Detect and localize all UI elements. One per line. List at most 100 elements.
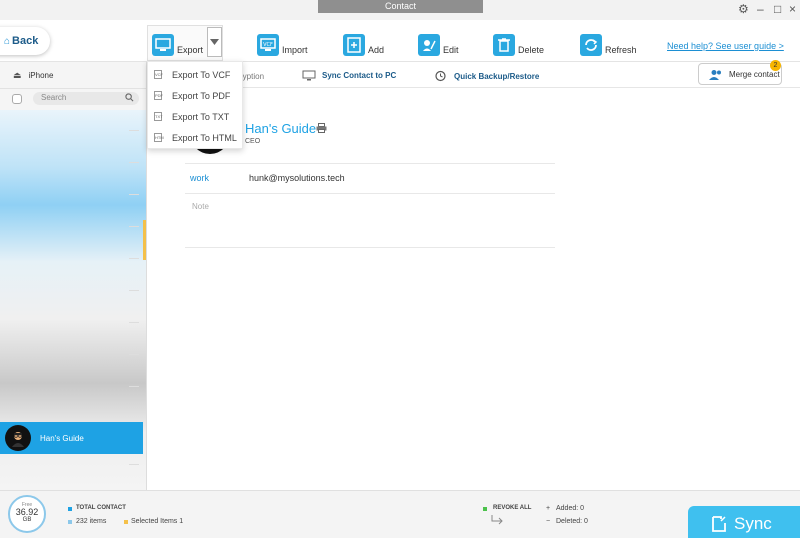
scroll-indicator [143, 220, 146, 260]
import-button[interactable]: VCF Import [257, 30, 308, 56]
menu-item-export-vcf[interactable]: VCF Export To VCF [148, 64, 244, 85]
search-icon [125, 93, 134, 102]
html-file-icon: HTM [154, 133, 164, 142]
search-placeholder: Search [41, 93, 67, 102]
close-icon[interactable]: × [789, 2, 796, 16]
storage-unit: GB [22, 517, 32, 523]
list-divider [129, 258, 139, 259]
edit-icon [418, 34, 440, 56]
list-divider [129, 322, 139, 323]
people-icon [709, 69, 721, 80]
divider [185, 193, 555, 194]
txt-file-icon: TXT [154, 112, 163, 121]
maximize-icon[interactable]: □ [774, 2, 781, 16]
import-icon: VCF [257, 34, 279, 56]
user-guide-link[interactable]: Need help? See user guide > [667, 41, 784, 51]
list-item-selected[interactable]: Han's Guide [0, 422, 143, 454]
select-all-checkbox[interactable] [12, 94, 22, 104]
back-label: Back [12, 35, 39, 47]
search-input[interactable]: Search [33, 92, 139, 105]
menu-item-label: Export To VCF [172, 69, 231, 80]
divider [185, 163, 555, 164]
total-dot-icon [68, 507, 72, 511]
export-button[interactable]: Export [152, 30, 203, 56]
window-title: Contact [318, 0, 483, 13]
delete-label: Delete [518, 45, 545, 55]
revoke-dot-icon [483, 507, 487, 511]
contact-list[interactable]: Han's Guide [0, 110, 146, 490]
plus-icon: + [546, 505, 551, 512]
back-button[interactable]: ⌂ Back [0, 27, 50, 55]
add-button[interactable]: Add [343, 30, 384, 56]
menu-item-label: Export To TXT [172, 111, 230, 122]
selected-count: Selected Items 1 [131, 518, 184, 525]
sync-to-pc-button[interactable]: Sync Contact to PC [302, 70, 396, 81]
list-divider [129, 194, 139, 195]
revoke-arrow-icon [491, 515, 503, 525]
avatar [5, 425, 31, 451]
divider [185, 247, 555, 248]
list-divider [129, 290, 139, 291]
svg-text:VCF: VCF [263, 42, 273, 48]
home-arrow-icon: ⌂ [4, 36, 11, 47]
total-contact-label: TOTAL CONTACT [76, 505, 126, 511]
settings-icon[interactable]: ⚙ [738, 2, 749, 16]
merge-count-badge: 2 [770, 60, 781, 71]
list-divider [129, 162, 139, 163]
selected-dot-icon [124, 520, 128, 524]
items-dot-icon [68, 520, 72, 524]
list-divider [129, 386, 139, 387]
quick-backup-button[interactable]: Quick Backup/Restore [434, 70, 539, 82]
refresh-label: Refresh [605, 45, 637, 55]
pdf-file-icon: PDF [154, 91, 163, 100]
email-value: hunk@mysolutions.tech [249, 173, 345, 183]
menu-item-label: Export To HTML [172, 132, 237, 143]
sync-to-pc-label: Sync Contact to PC [322, 71, 397, 80]
added-count: Added: 0 [556, 505, 585, 512]
sync-button[interactable]: Sync [688, 506, 800, 538]
contact-job-title: CEO [245, 138, 261, 145]
delete-button[interactable]: Delete [493, 30, 544, 56]
menu-item-export-html[interactable]: HTM Export To HTML [148, 127, 244, 148]
refresh-button[interactable]: Refresh [580, 30, 637, 56]
deleted-count: Deleted: 0 [556, 518, 588, 525]
storage-gauge: Free 36.92 GB [8, 495, 46, 533]
print-icon[interactable] [316, 123, 327, 133]
backup-clock-icon [435, 70, 446, 82]
list-divider [129, 130, 139, 131]
sync-label: Sync [734, 514, 772, 533]
vcf-file-icon: VCF [154, 70, 163, 79]
list-divider [129, 354, 139, 355]
import-label: Import [282, 45, 308, 55]
minimize-icon[interactable]: – [757, 2, 764, 16]
contact-full-name: Han's Guide [245, 121, 317, 136]
edit-label: Edit [443, 45, 459, 55]
list-divider [129, 226, 139, 227]
add-label: Add [368, 45, 385, 55]
refresh-icon [580, 34, 602, 56]
email-type-label: work [190, 173, 210, 183]
divider [0, 88, 146, 89]
quick-backup-label: Quick Backup/Restore [454, 71, 540, 81]
edit-button[interactable]: Edit [418, 30, 459, 56]
device-name: iPhone [28, 71, 54, 80]
trash-icon [493, 34, 515, 56]
export-label: Export [177, 45, 204, 55]
sync-icon [712, 516, 726, 532]
export-dropdown-toggle[interactable] [207, 27, 222, 57]
note-field[interactable]: Note [192, 202, 209, 211]
menu-item-label: Export To PDF [172, 90, 231, 101]
device-selector[interactable]: ⏏ iPhone [13, 70, 53, 81]
menu-item-export-pdf[interactable]: PDF Export To PDF [148, 85, 244, 106]
sidebar: ⏏ iPhone Search Han's Guide [0, 62, 147, 490]
monitor-sync-icon [302, 70, 316, 81]
storage-value: 36.92 [15, 507, 39, 517]
menu-item-export-txt[interactable]: TXT Export To TXT [148, 106, 244, 127]
revoke-all-button[interactable]: REVOKE ALL [493, 505, 531, 511]
export-menu: VCF Export To VCF PDF Export To PDF TXT … [147, 61, 243, 149]
item-count: 232 items [76, 518, 107, 525]
export-icon [152, 34, 174, 56]
title-bar: Contact ⚙ – □ × [0, 0, 800, 20]
merge-contact-label: Merge contact [729, 69, 780, 79]
eject-icon: ⏏ [13, 70, 22, 80]
